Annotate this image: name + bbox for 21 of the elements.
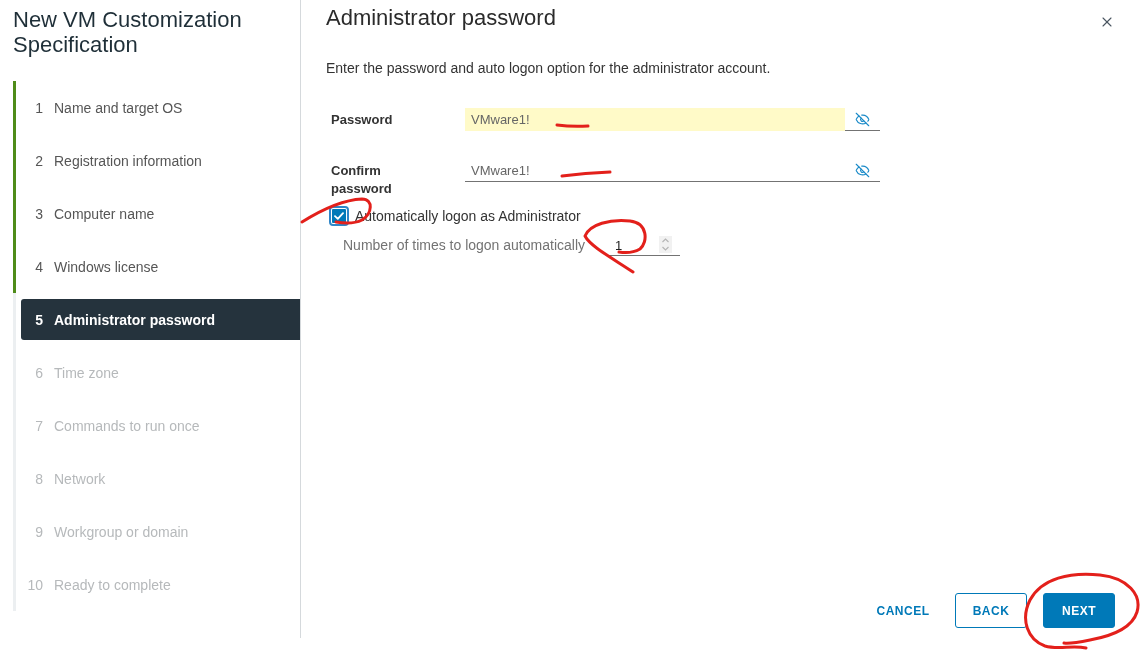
page-title: Administrator password xyxy=(326,5,556,31)
wizard-step[interactable]: 3 Computer name xyxy=(21,193,300,234)
field-label: Number of times to logon automatically xyxy=(343,236,585,255)
description-text: Enter the password and auto logon option for the administrator account. xyxy=(326,59,772,78)
field-label: Confirm password xyxy=(331,162,393,198)
eye-slash-icon[interactable] xyxy=(855,111,870,127)
wizard-step[interactable]: 1 Name and target OS xyxy=(21,87,300,128)
wizard-title: New VM Customization Specification xyxy=(13,7,243,57)
checkmark-icon xyxy=(334,212,344,220)
field-label: Password xyxy=(331,111,394,129)
wizard-step[interactable]: 4 Windows license xyxy=(21,246,300,287)
wizard-step[interactable]: 5 Administrator password xyxy=(21,299,300,340)
eye-slash-icon[interactable] xyxy=(855,162,870,178)
wizard-step[interactable]: 2 Registration information xyxy=(21,140,300,181)
password-field[interactable]: VMware1! xyxy=(465,108,845,131)
annotation-underline xyxy=(555,123,590,128)
next-button[interactable]: NEXT xyxy=(1043,593,1115,628)
annotation-loop xyxy=(583,219,647,274)
password-field[interactable]: VMware1! xyxy=(465,159,845,182)
back-button[interactable]: BACK xyxy=(955,593,1027,628)
annotation-underline xyxy=(560,170,612,178)
